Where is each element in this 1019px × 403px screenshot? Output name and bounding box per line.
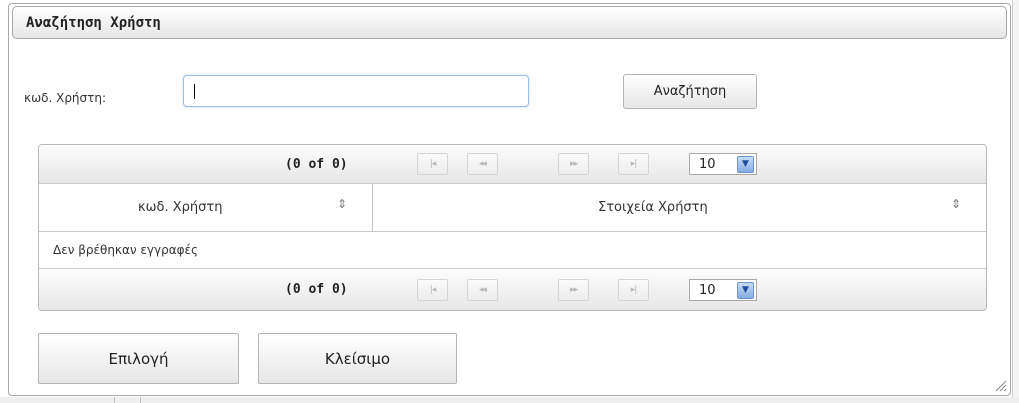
last-page-button[interactable]: ▸| <box>618 279 649 301</box>
text-caret <box>194 84 195 99</box>
dialog-titlebar[interactable]: Αναζήτηση Χρήστη <box>12 6 1007 39</box>
background-page-edge <box>1012 0 1019 403</box>
background-divider <box>114 397 115 403</box>
prev-page-button[interactable]: ◂◂ <box>467 153 498 175</box>
rows-per-page-value: 10 <box>699 156 716 172</box>
close-button[interactable]: Κλείσιμο <box>258 333 457 384</box>
page-report: (0 of 0) <box>285 157 348 172</box>
column-header-user-details[interactable]: Στοιχεία Χρήστη <box>598 200 708 215</box>
resize-grip-icon[interactable] <box>993 378 1007 392</box>
user-code-input[interactable] <box>183 75 529 107</box>
search-button[interactable]: Αναζήτηση <box>623 74 757 109</box>
first-page-button[interactable]: |◂ <box>417 153 448 175</box>
dialog-title: Αναζήτηση Χρήστη <box>26 15 161 31</box>
next-page-button[interactable]: ▸▸ <box>558 279 589 301</box>
table-row: Δεν βρέθηκαν εγγραφές <box>39 232 986 267</box>
sort-icon[interactable]: ⇕ <box>337 197 347 211</box>
user-search-dialog: Αναζήτηση Χρήστη κωδ. Χρήστη: Αναζήτηση … <box>8 3 1011 396</box>
chevron-down-icon[interactable]: ▼ <box>737 155 754 173</box>
table-header-row: κωδ. Χρήστη ⇕ Στοιχεία Χρήστη ⇕ <box>39 184 986 232</box>
background-page-bottom <box>0 397 1019 403</box>
column-divider <box>372 184 373 231</box>
paginator-top: (0 of 0) |◂ ◂◂ ▸▸ ▸| 10 ▼ <box>39 145 986 184</box>
rows-per-page-select[interactable]: 10 ▼ <box>689 153 757 175</box>
select-button[interactable]: Επιλογή <box>38 333 239 384</box>
background-divider <box>140 397 141 403</box>
next-page-button[interactable]: ▸▸ <box>558 153 589 175</box>
empty-message: Δεν βρέθηκαν εγγραφές <box>53 243 199 257</box>
prev-page-button[interactable]: ◂◂ <box>467 279 498 301</box>
paginator-bottom: (0 of 0) |◂ ◂◂ ▸▸ ▸| 10 ▼ <box>39 268 986 310</box>
chevron-down-icon[interactable]: ▼ <box>737 281 754 299</box>
rows-per-page-value: 10 <box>699 282 716 298</box>
page-report: (0 of 0) <box>285 282 348 297</box>
column-header-user-code[interactable]: κωδ. Χρήστη <box>138 200 222 215</box>
user-code-label: κωδ. Χρήστη: <box>24 91 107 105</box>
sort-icon[interactable]: ⇕ <box>951 197 961 211</box>
last-page-button[interactable]: ▸| <box>618 153 649 175</box>
rows-per-page-select[interactable]: 10 ▼ <box>689 279 757 301</box>
results-table: (0 of 0) |◂ ◂◂ ▸▸ ▸| 10 ▼ κωδ. Χρήστη ⇕ … <box>38 144 987 311</box>
first-page-button[interactable]: |◂ <box>417 279 448 301</box>
